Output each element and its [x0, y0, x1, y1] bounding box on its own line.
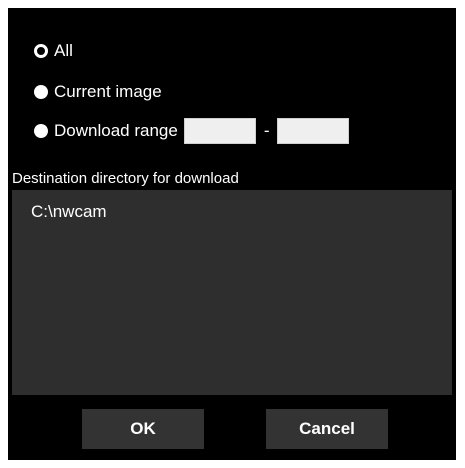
option-download-range[interactable]: Download range -	[34, 118, 350, 144]
option-current-image[interactable]: Current image	[34, 79, 162, 105]
radio-all-selected[interactable]	[34, 44, 48, 58]
option-all[interactable]: All	[34, 38, 73, 64]
radio-download-range[interactable]	[34, 124, 48, 138]
destination-label: Destination directory for download	[12, 170, 239, 187]
ok-button[interactable]: OK	[82, 409, 204, 449]
range-separator: -	[263, 121, 270, 140]
range-from-input[interactable]	[183, 118, 256, 144]
destination-directory-field[interactable]: C:\nwcam	[12, 190, 452, 395]
download-dialog: All Current image Download range - Desti…	[8, 8, 456, 460]
option-current-image-label: Current image	[54, 82, 162, 101]
destination-path: C:\nwcam	[31, 202, 107, 221]
range-to-input[interactable]	[277, 118, 350, 144]
cancel-button[interactable]: Cancel	[266, 409, 388, 449]
option-download-range-label: Download range	[54, 121, 178, 140]
radio-current-image[interactable]	[34, 85, 48, 99]
option-all-label: All	[54, 41, 73, 60]
